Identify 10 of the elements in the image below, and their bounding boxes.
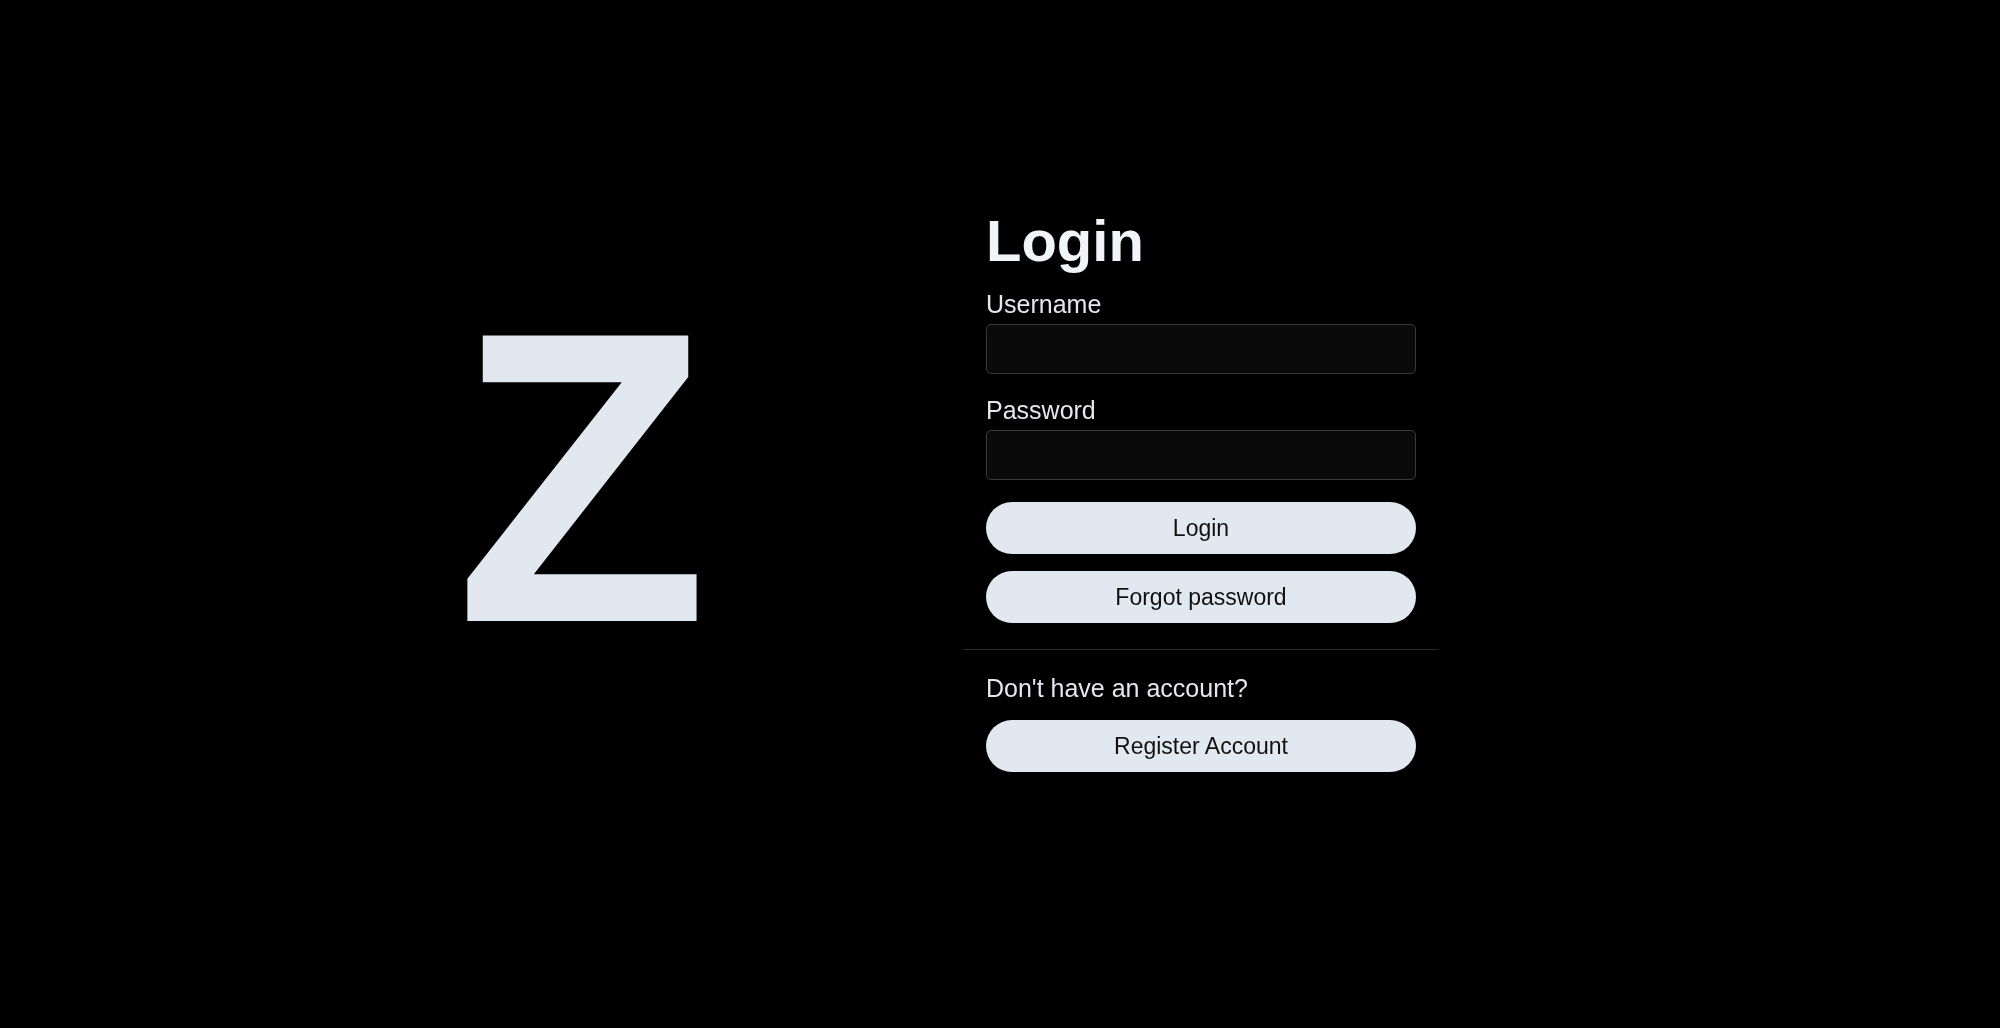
action-button[interactable]: Forgot password	[986, 571, 1416, 623]
action-button[interactable]: Login	[986, 502, 1416, 554]
login-title: Login	[986, 208, 1145, 274]
field-label: Password	[986, 395, 1097, 426]
field-label: Username	[986, 289, 1103, 320]
logo-letter: Z	[455, 312, 709, 642]
input-field[interactable]	[986, 430, 1416, 480]
register-prompt: Don't have an account?	[986, 673, 1249, 704]
register-button[interactable]: Register Account	[986, 720, 1416, 772]
input-field[interactable]	[986, 324, 1416, 374]
